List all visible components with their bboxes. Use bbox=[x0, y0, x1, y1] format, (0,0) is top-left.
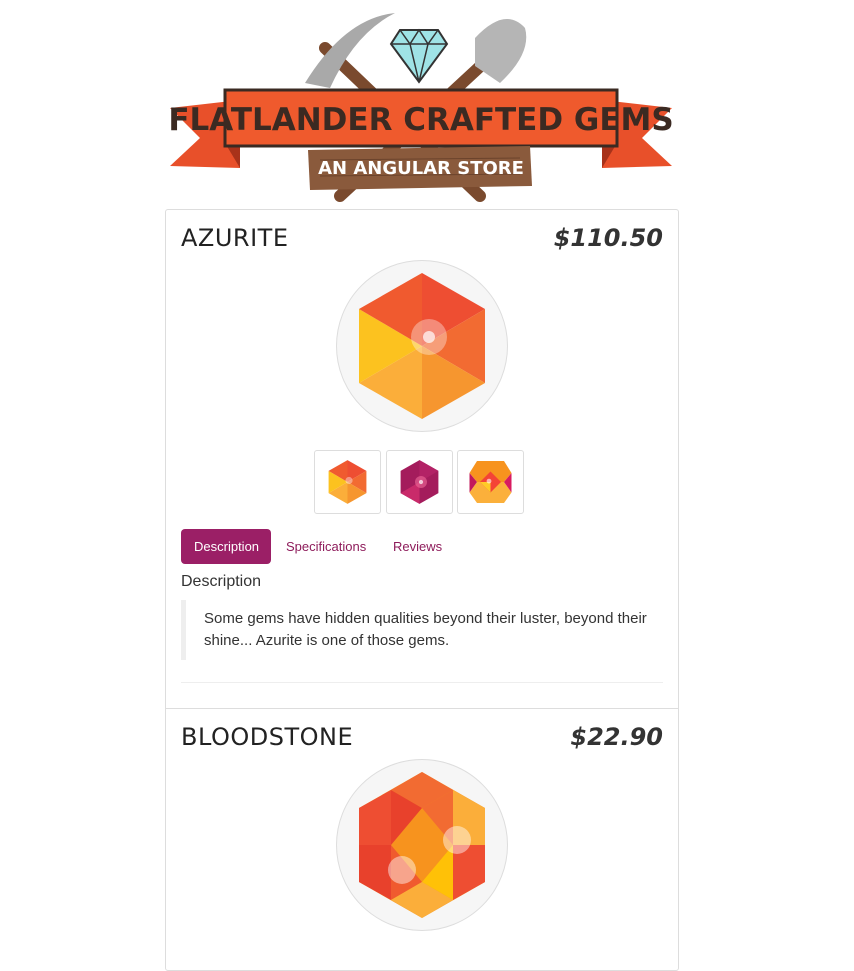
product-main-image bbox=[336, 260, 508, 432]
section-title: Description bbox=[181, 573, 262, 590]
flatlander-logo-graphic: FLATLANDER CRAFTED GEMS AN ANGULAR STORE bbox=[170, 13, 672, 202]
divider bbox=[181, 682, 663, 683]
gem-magenta-hexagon-icon bbox=[400, 460, 439, 504]
thumbnail-magenta-gem[interactable] bbox=[386, 450, 453, 514]
thumbnail-orange-gem[interactable] bbox=[314, 450, 381, 514]
product-name: BLOODSTONE bbox=[181, 723, 354, 751]
product-list: AZURITE $110.50 Description Specificatio… bbox=[165, 209, 679, 971]
product-price: $110.50 bbox=[553, 224, 663, 252]
tab-specifications[interactable]: Specifications bbox=[273, 529, 379, 564]
product-card: AZURITE $110.50 Description Specificatio… bbox=[166, 210, 678, 708]
store-logo: FLATLANDER CRAFTED GEMS AN ANGULAR STORE bbox=[170, 8, 672, 204]
gem-orange-star-icon bbox=[469, 461, 512, 503]
logo-title: FLATLANDER CRAFTED GEMS bbox=[170, 102, 672, 138]
product-description: Some gems have hidden qualities beyond t… bbox=[181, 600, 678, 660]
tab-reviews[interactable]: Reviews bbox=[380, 529, 455, 564]
gem-orange-hexagon-icon bbox=[328, 460, 367, 504]
product-main-image bbox=[336, 759, 508, 931]
thumbnail-star-gem[interactable] bbox=[457, 450, 524, 514]
product-card: BLOODSTONE $22.90 bbox=[166, 708, 678, 971]
product-name: AZURITE bbox=[181, 224, 289, 252]
thumbnail-list bbox=[314, 450, 534, 514]
gem-bloodstone-hexagon-icon bbox=[359, 772, 485, 918]
product-price: $22.90 bbox=[570, 723, 663, 751]
gem-orange-hexagon-icon bbox=[359, 273, 485, 419]
logo-subtitle: AN ANGULAR STORE bbox=[318, 158, 524, 179]
tab-description[interactable]: Description bbox=[181, 529, 271, 564]
